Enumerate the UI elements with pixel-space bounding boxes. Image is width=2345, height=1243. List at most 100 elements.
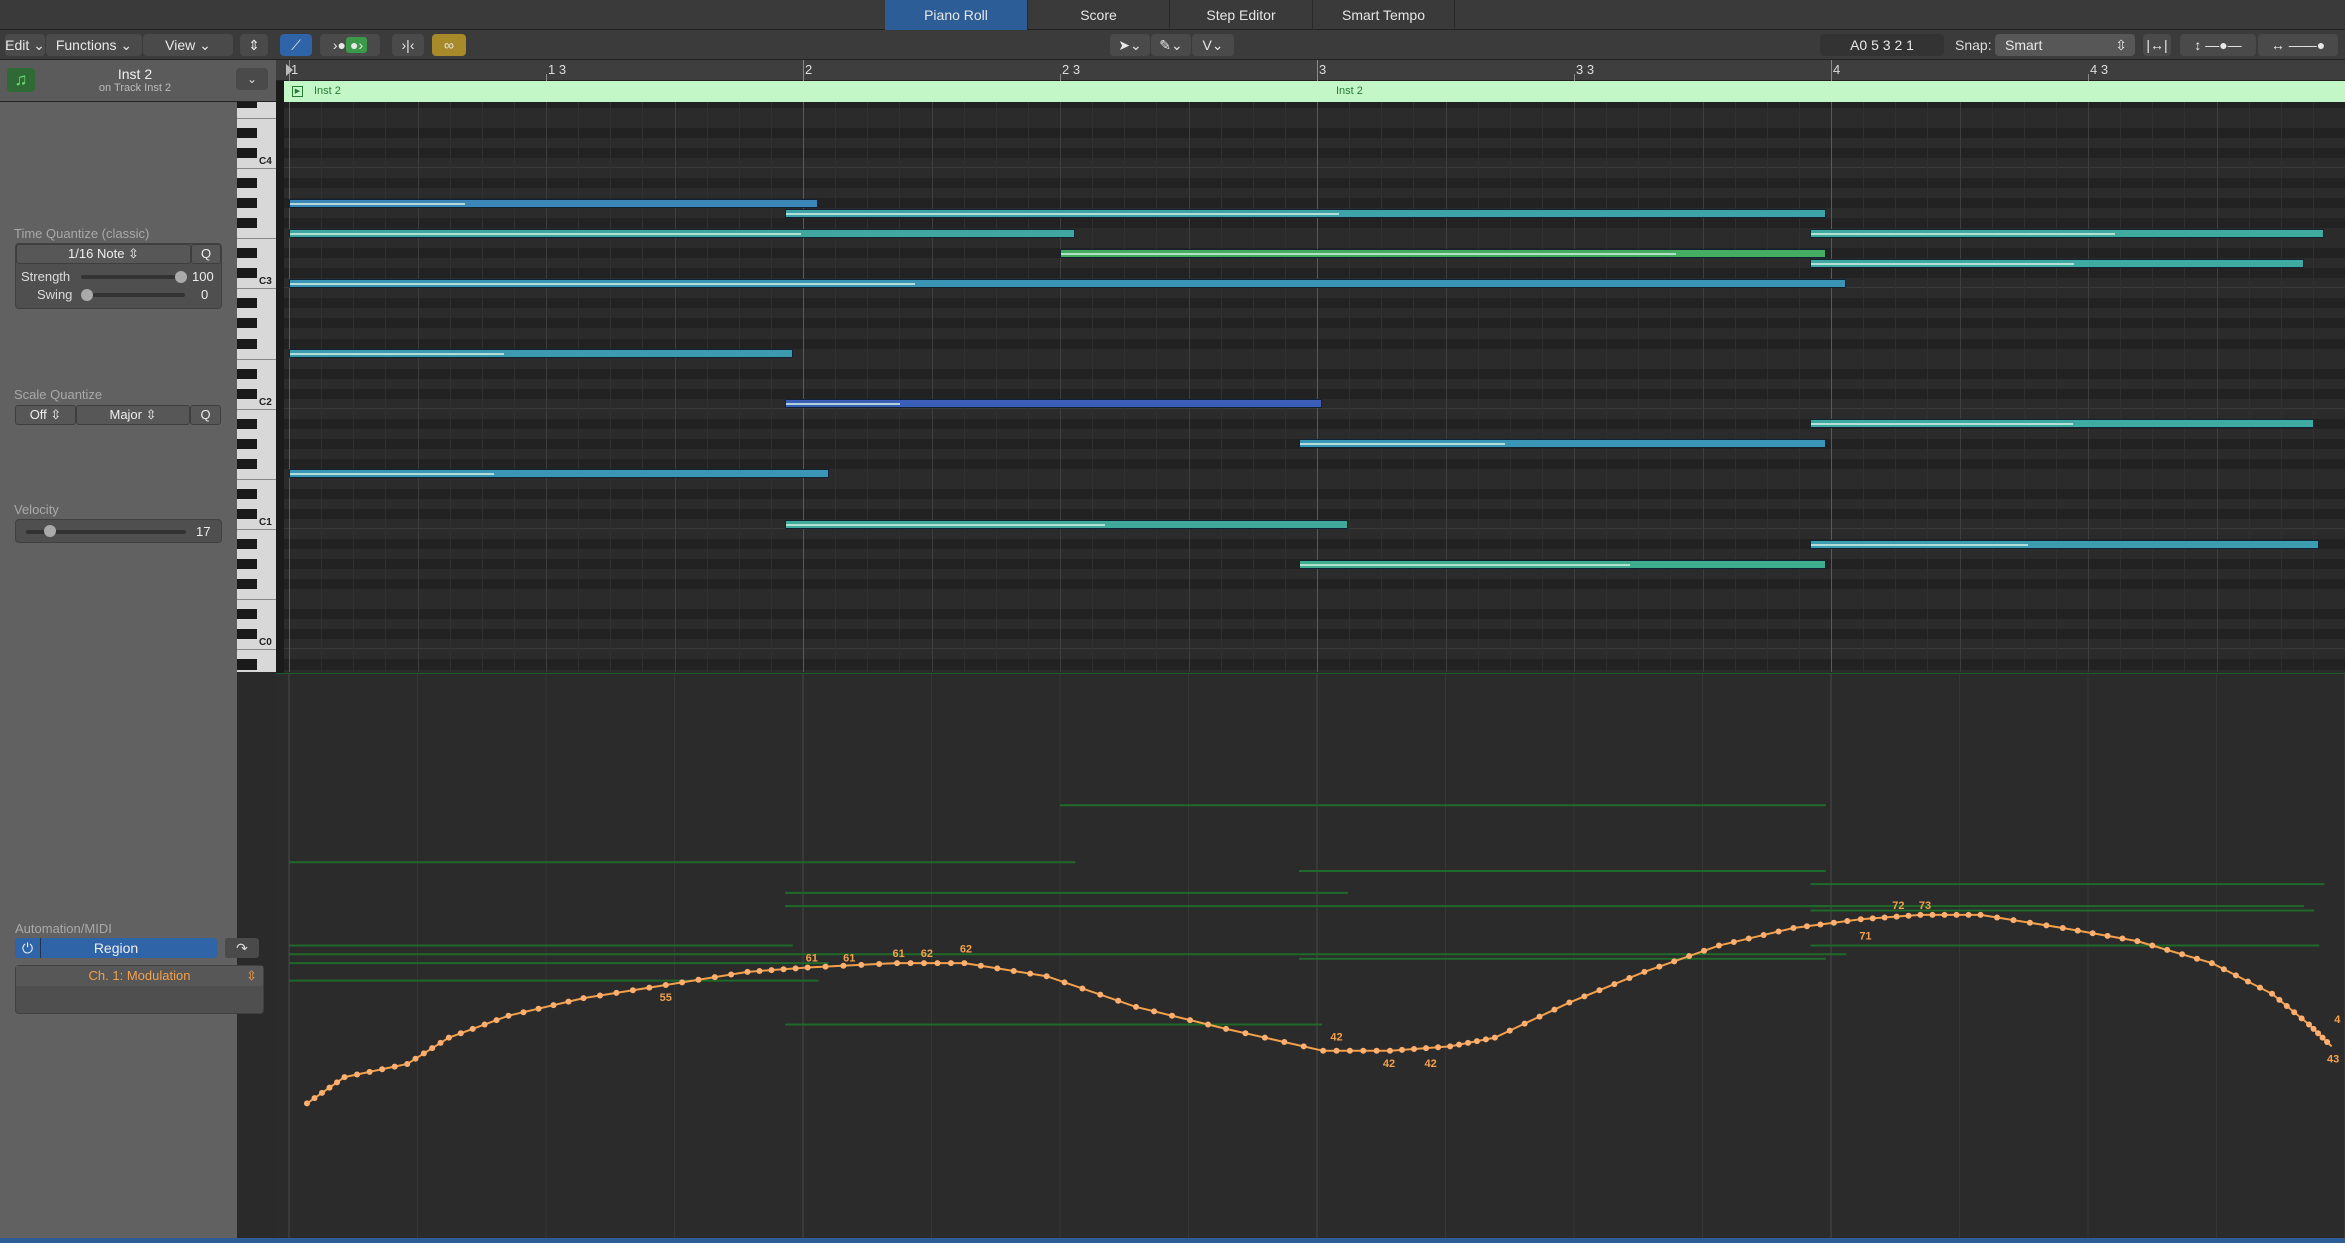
midi-note[interactable] bbox=[289, 469, 829, 479]
automation-point[interactable] bbox=[535, 1005, 542, 1012]
automation-point[interactable] bbox=[1881, 914, 1888, 921]
automation-point[interactable] bbox=[1386, 1047, 1393, 1054]
automation-point[interactable] bbox=[804, 964, 811, 971]
automation-point[interactable] bbox=[1994, 914, 2001, 921]
automation-point[interactable] bbox=[920, 960, 927, 967]
automation-point[interactable] bbox=[1506, 1027, 1513, 1034]
automation-point[interactable] bbox=[858, 961, 865, 968]
midi-note[interactable] bbox=[289, 198, 819, 208]
automation-lane[interactable]: 55 61 61 61 62 62 42 42 42 71 72 73 43 4 bbox=[276, 673, 2345, 1238]
midi-note[interactable] bbox=[289, 349, 793, 359]
automation-point[interactable] bbox=[341, 1074, 348, 1081]
automation-point[interactable] bbox=[1097, 991, 1104, 998]
automation-point[interactable] bbox=[2315, 1030, 2322, 1037]
automation-point[interactable] bbox=[1061, 979, 1068, 986]
automation-point[interactable] bbox=[822, 963, 829, 970]
automation-point[interactable] bbox=[1447, 1043, 1454, 1050]
automation-point[interactable] bbox=[2306, 1021, 2313, 1028]
automation-point[interactable] bbox=[1521, 1020, 1528, 1027]
midi-in-out-icon[interactable]: ›● ●› bbox=[320, 34, 380, 56]
scale-quantize-button[interactable]: Q bbox=[190, 405, 221, 425]
automation-point[interactable] bbox=[2244, 978, 2251, 985]
automation-point[interactable] bbox=[1043, 973, 1050, 980]
tab-smart-tempo[interactable]: Smart Tempo bbox=[1313, 0, 1455, 30]
automation-point[interactable] bbox=[1435, 1044, 1442, 1051]
bar-ruler[interactable]: 11 322 333 344 3 bbox=[276, 60, 2345, 81]
midi-note[interactable] bbox=[1810, 228, 2325, 238]
automation-point[interactable] bbox=[662, 982, 669, 989]
automation-point[interactable] bbox=[711, 974, 718, 981]
automation-point[interactable] bbox=[326, 1084, 333, 1091]
automation-point[interactable] bbox=[907, 960, 914, 967]
automation-point[interactable] bbox=[1133, 1003, 1140, 1010]
automation-point[interactable] bbox=[596, 992, 603, 999]
quantize-value-select[interactable]: 1/16 Note ⇳ bbox=[16, 244, 191, 264]
automation-point[interactable] bbox=[1491, 1034, 1498, 1041]
swing-knob[interactable] bbox=[81, 289, 93, 301]
automation-point[interactable] bbox=[2164, 946, 2171, 953]
automation-point[interactable] bbox=[2026, 919, 2033, 926]
automation-curve[interactable]: 55 61 61 61 62 62 42 42 42 71 72 73 43 4 bbox=[276, 674, 2345, 1238]
automation-point[interactable] bbox=[1953, 911, 1960, 918]
automation-point[interactable] bbox=[2149, 942, 2156, 949]
automation-point[interactable] bbox=[520, 1009, 527, 1016]
automation-point[interactable] bbox=[1671, 958, 1678, 965]
automation-point[interactable] bbox=[1536, 1013, 1543, 1020]
automation-point[interactable] bbox=[1656, 963, 1663, 970]
automation-point[interactable] bbox=[2269, 990, 2276, 997]
automation-point[interactable] bbox=[429, 1045, 436, 1052]
automation-point[interactable] bbox=[1760, 932, 1767, 939]
automation-point[interactable] bbox=[2104, 932, 2111, 939]
strength-knob[interactable] bbox=[175, 271, 187, 283]
quantize-button[interactable]: Q bbox=[191, 244, 221, 264]
automation-point[interactable] bbox=[961, 960, 968, 967]
midi-note[interactable] bbox=[785, 208, 1826, 218]
automation-point[interactable] bbox=[756, 967, 763, 974]
midi-note[interactable] bbox=[1810, 419, 2315, 429]
automation-point[interactable] bbox=[1373, 1047, 1380, 1054]
automation-point[interactable] bbox=[780, 966, 787, 973]
automation-point[interactable] bbox=[334, 1079, 341, 1086]
automation-point[interactable] bbox=[2298, 1015, 2305, 1022]
automation-point[interactable] bbox=[493, 1017, 500, 1024]
automation-point[interactable] bbox=[1456, 1041, 1463, 1048]
automation-point[interactable] bbox=[728, 971, 735, 978]
velocity-tool-icon[interactable]: V⌄ bbox=[1192, 34, 1234, 56]
automation-point[interactable] bbox=[580, 995, 587, 1002]
automation-point[interactable] bbox=[947, 960, 954, 967]
automation-point[interactable] bbox=[318, 1089, 325, 1096]
midi-note[interactable] bbox=[289, 228, 1076, 238]
automation-point[interactable] bbox=[1844, 917, 1851, 924]
snap-select[interactable]: Smart ⇳ bbox=[1995, 34, 2135, 56]
automation-point[interactable] bbox=[412, 1055, 419, 1062]
automation-point[interactable] bbox=[2220, 966, 2227, 973]
automation-point[interactable] bbox=[1626, 974, 1633, 981]
automation-point[interactable] bbox=[1965, 911, 1972, 918]
automation-point[interactable] bbox=[1115, 997, 1122, 1004]
automation-point[interactable] bbox=[1411, 1046, 1418, 1053]
functions-menu[interactable]: Functions ⌄ bbox=[46, 34, 142, 56]
automation-point[interactable] bbox=[2179, 951, 2186, 958]
automation-point[interactable] bbox=[2283, 1003, 2290, 1010]
automation-point[interactable] bbox=[1223, 1025, 1230, 1032]
automation-point[interactable] bbox=[792, 965, 799, 972]
automation-point[interactable] bbox=[303, 1100, 310, 1107]
midi-note[interactable] bbox=[785, 399, 1323, 409]
automation-point[interactable] bbox=[977, 962, 984, 969]
region-header-bar[interactable]: ▶ Inst 2 Inst 2 bbox=[284, 81, 2345, 102]
automation-point[interactable] bbox=[1423, 1045, 1430, 1052]
automation-point[interactable] bbox=[2193, 955, 2200, 962]
midi-draw-icon[interactable]: ⟋ bbox=[280, 34, 312, 56]
automation-point[interactable] bbox=[2291, 1009, 2298, 1016]
tab-piano-roll[interactable]: Piano Roll bbox=[885, 0, 1028, 30]
scale-select[interactable]: Major ⇳ bbox=[76, 405, 190, 425]
edit-menu[interactable]: Edit ⌄ bbox=[5, 34, 45, 56]
automation-parameter-select[interactable]: Ch. 1: Modulation ⇳ bbox=[16, 966, 263, 986]
automation-point[interactable] bbox=[934, 960, 941, 967]
automation-point[interactable] bbox=[354, 1071, 361, 1078]
automation-point[interactable] bbox=[437, 1039, 444, 1046]
automation-point[interactable] bbox=[366, 1068, 373, 1075]
horizontal-zoom-slider[interactable]: ↔ ——● bbox=[2258, 34, 2338, 56]
automation-point[interactable] bbox=[1803, 923, 1810, 930]
automation-point[interactable] bbox=[1730, 939, 1737, 946]
